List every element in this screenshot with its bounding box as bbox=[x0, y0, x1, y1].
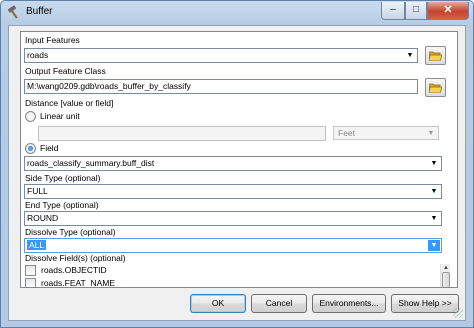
close-button[interactable]: ✕ bbox=[427, 2, 469, 20]
output-feature-class-input[interactable]: M:\wang0209.gdb\roads_buffer_by_classify bbox=[24, 79, 418, 94]
end-type-value: ROUND bbox=[27, 213, 59, 223]
dissolve-fields-scrollbar[interactable]: ▲ bbox=[440, 264, 451, 287]
feat-name-checkbox[interactable] bbox=[25, 278, 36, 287]
chevron-down-icon[interactable]: ▼ bbox=[428, 240, 440, 251]
input-features-browse-button[interactable] bbox=[425, 46, 446, 65]
chevron-down-icon[interactable]: ▼ bbox=[428, 186, 440, 197]
parameters-panel[interactable]: Input Features roads ▼ Output Feature Cl… bbox=[20, 31, 458, 288]
dissolve-type-label: Dissolve Type (optional) bbox=[25, 227, 116, 237]
distance-unit-combo[interactable]: Feet ▼ bbox=[333, 126, 439, 140]
distance-field-value: roads_classify_summary.buff_dist bbox=[27, 158, 155, 168]
environments-button[interactable]: Environments... bbox=[312, 294, 386, 313]
buffer-dialog-window: Buffer – □ ✕ Input Features roads ▼ Outp… bbox=[0, 0, 474, 328]
linear-unit-radio[interactable] bbox=[25, 111, 36, 122]
output-feature-class-label: Output Feature Class bbox=[25, 66, 106, 76]
window-title: Buffer bbox=[26, 6, 53, 17]
scroll-up-icon[interactable]: ▲ bbox=[441, 264, 451, 272]
chevron-down-icon[interactable]: ▼ bbox=[404, 50, 416, 61]
chevron-down-icon[interactable]: ▼ bbox=[428, 158, 440, 169]
dissolve-fields-label: Dissolve Field(s) (optional) bbox=[25, 253, 126, 263]
end-type-label: End Type (optional) bbox=[25, 200, 99, 210]
output-feature-class-value: M:\wang0209.gdb\roads_buffer_by_classify bbox=[27, 81, 191, 91]
dialog-client-area: Input Features roads ▼ Output Feature Cl… bbox=[8, 25, 466, 321]
hammer-tool-icon bbox=[7, 5, 18, 19]
list-item-label: roads.FEAT_NAME bbox=[41, 278, 116, 288]
cancel-button[interactable]: Cancel bbox=[251, 294, 307, 313]
objectid-checkbox[interactable] bbox=[25, 265, 36, 276]
minimize-button[interactable]: – bbox=[381, 2, 405, 20]
show-help-button[interactable]: Show Help >> bbox=[391, 294, 459, 313]
field-radio-label: Field bbox=[40, 143, 59, 153]
list-item-label: roads.OBJECTID bbox=[41, 265, 107, 275]
distance-unit-value: Feet bbox=[338, 128, 356, 138]
chevron-down-icon[interactable]: ▼ bbox=[428, 213, 440, 224]
scrollbar-thumb[interactable] bbox=[442, 272, 450, 287]
title-bar[interactable]: Buffer – □ ✕ bbox=[1, 1, 473, 25]
linear-unit-label: Linear unit bbox=[40, 111, 80, 121]
input-features-value: roads bbox=[27, 50, 49, 60]
dissolve-type-value: ALL bbox=[27, 240, 47, 250]
dissolve-type-combo[interactable]: ALL ▼ bbox=[24, 238, 442, 253]
side-type-value: FULL bbox=[27, 186, 48, 196]
side-type-label: Side Type (optional) bbox=[25, 173, 101, 183]
output-browse-button[interactable] bbox=[425, 78, 446, 97]
ok-button[interactable]: OK bbox=[190, 294, 246, 313]
resize-grip[interactable] bbox=[453, 308, 463, 318]
linear-unit-input[interactable] bbox=[38, 126, 326, 141]
side-type-combo[interactable]: FULL ▼ bbox=[24, 184, 442, 199]
maximize-button[interactable]: □ bbox=[405, 2, 427, 20]
folder-open-icon bbox=[429, 51, 442, 61]
field-radio[interactable] bbox=[25, 143, 36, 154]
distance-label: Distance [value or field] bbox=[25, 98, 114, 108]
chevron-down-icon[interactable]: ▼ bbox=[425, 128, 437, 139]
distance-field-combo[interactable]: roads_classify_summary.buff_dist ▼ bbox=[24, 156, 442, 171]
input-features-combo[interactable]: roads ▼ bbox=[24, 48, 418, 63]
input-features-label: Input Features bbox=[25, 35, 80, 45]
folder-open-icon bbox=[429, 83, 442, 93]
end-type-combo[interactable]: ROUND ▼ bbox=[24, 211, 442, 226]
